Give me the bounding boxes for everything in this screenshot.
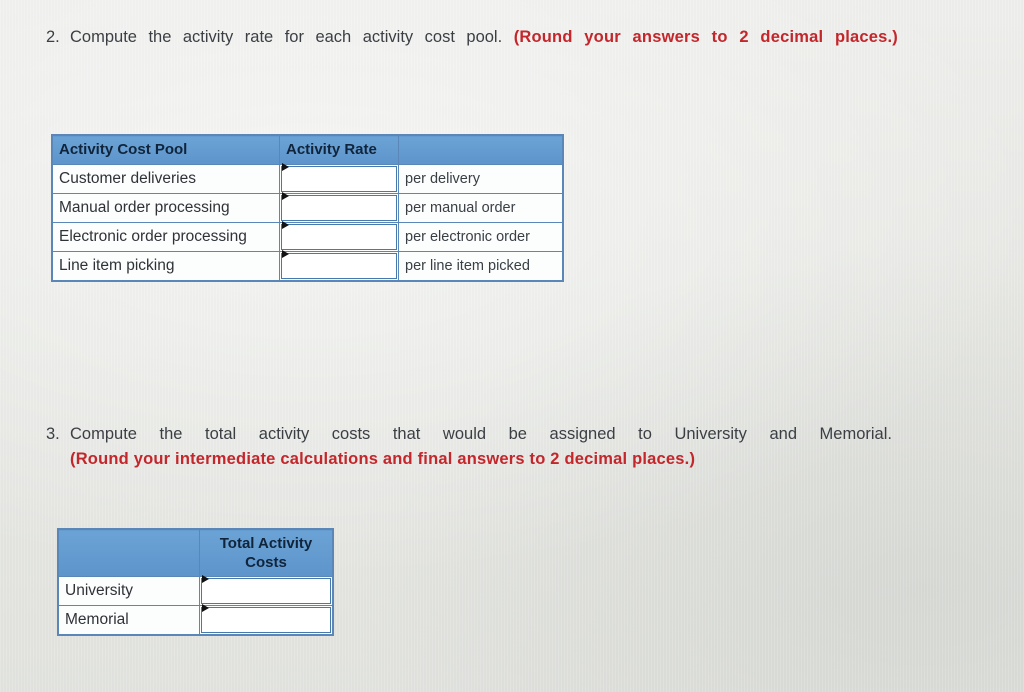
input-cell-rate[interactable] <box>279 221 399 252</box>
cell-unit: per line item picked <box>398 251 563 281</box>
header-total-activity-costs: Total Activity Costs <box>199 529 333 577</box>
question-2: 2. Compute the activity rate for each ac… <box>46 26 898 48</box>
question-3: 3. Compute the total activity costs that… <box>46 423 892 470</box>
total-cost-input[interactable] <box>201 578 331 604</box>
table-row: Manual order processing per manual order <box>52 192 563 223</box>
header-activity-rate: Activity Rate <box>279 135 399 165</box>
table-row: Memorial <box>58 604 333 635</box>
table-row: University <box>58 575 333 606</box>
input-cell-total-cost[interactable] <box>199 604 333 635</box>
question-2-text: Compute the activity rate for each activ… <box>70 28 899 46</box>
question-3-body: Compute the total activity costs that wo… <box>70 423 892 470</box>
cell-unit: per delivery <box>398 164 563 194</box>
rate-input[interactable] <box>281 253 397 279</box>
caret-marker-icon <box>282 163 289 171</box>
total-activity-costs-body: University Memorial <box>58 575 333 635</box>
question-3-text: Compute the total activity costs that wo… <box>70 425 892 443</box>
input-cell-rate[interactable] <box>279 250 399 281</box>
activity-rate-table-body: Customer deliveries per delivery Manual … <box>52 163 563 281</box>
rate-input[interactable] <box>281 224 397 250</box>
header-activity-cost-pool: Activity Cost Pool <box>52 135 280 165</box>
cell-customer-name: Memorial <box>58 605 200 635</box>
activity-rate-table: Activity Cost Pool Activity Rate Custome… <box>52 135 563 281</box>
total-activity-costs-table: Total Activity Costs University Memorial <box>58 529 333 635</box>
question-3-hint: (Round your intermediate calculations an… <box>70 450 696 468</box>
cell-customer-name: University <box>58 576 200 606</box>
caret-marker-icon <box>202 604 209 612</box>
table-row: Line item picking per line item picked <box>52 250 563 281</box>
caret-marker-icon <box>282 221 289 229</box>
input-cell-total-cost[interactable] <box>199 575 333 606</box>
cell-unit: per manual order <box>398 193 563 223</box>
cell-pool-name: Manual order processing <box>52 193 280 223</box>
total-activity-costs-head: Total Activity Costs <box>58 529 333 577</box>
table-header-row: Activity Cost Pool Activity Rate <box>52 135 563 165</box>
cell-pool-name: Line item picking <box>52 251 280 281</box>
table-row: Electronic order processing per electron… <box>52 221 563 252</box>
cell-pool-name: Customer deliveries <box>52 164 280 194</box>
cell-unit: per electronic order <box>398 222 563 252</box>
input-cell-rate[interactable] <box>279 192 399 223</box>
total-cost-input[interactable] <box>201 607 331 633</box>
header-unit-blank <box>398 135 563 165</box>
header-customer-blank <box>58 529 200 577</box>
caret-marker-icon <box>282 192 289 200</box>
question-2-body: Compute the activity rate for each activ… <box>70 26 898 48</box>
question-2-hint-part: (Round your answers to 2 decimal places.… <box>513 28 899 46</box>
header-line-1: Total Activity <box>219 535 313 552</box>
cell-pool-name: Electronic order processing <box>52 222 280 252</box>
header-line-2: Costs <box>245 554 287 571</box>
rate-input[interactable] <box>281 195 397 221</box>
table-row: Customer deliveries per delivery <box>52 163 563 194</box>
table-header-row: Total Activity Costs <box>58 529 333 577</box>
caret-marker-icon <box>282 250 289 258</box>
question-2-number: 2. <box>46 28 60 46</box>
input-cell-rate[interactable] <box>279 163 399 194</box>
rate-input[interactable] <box>281 166 397 192</box>
activity-rate-table-head: Activity Cost Pool Activity Rate <box>52 135 563 165</box>
caret-marker-icon <box>202 575 209 583</box>
question-3-number: 3. <box>46 425 60 443</box>
